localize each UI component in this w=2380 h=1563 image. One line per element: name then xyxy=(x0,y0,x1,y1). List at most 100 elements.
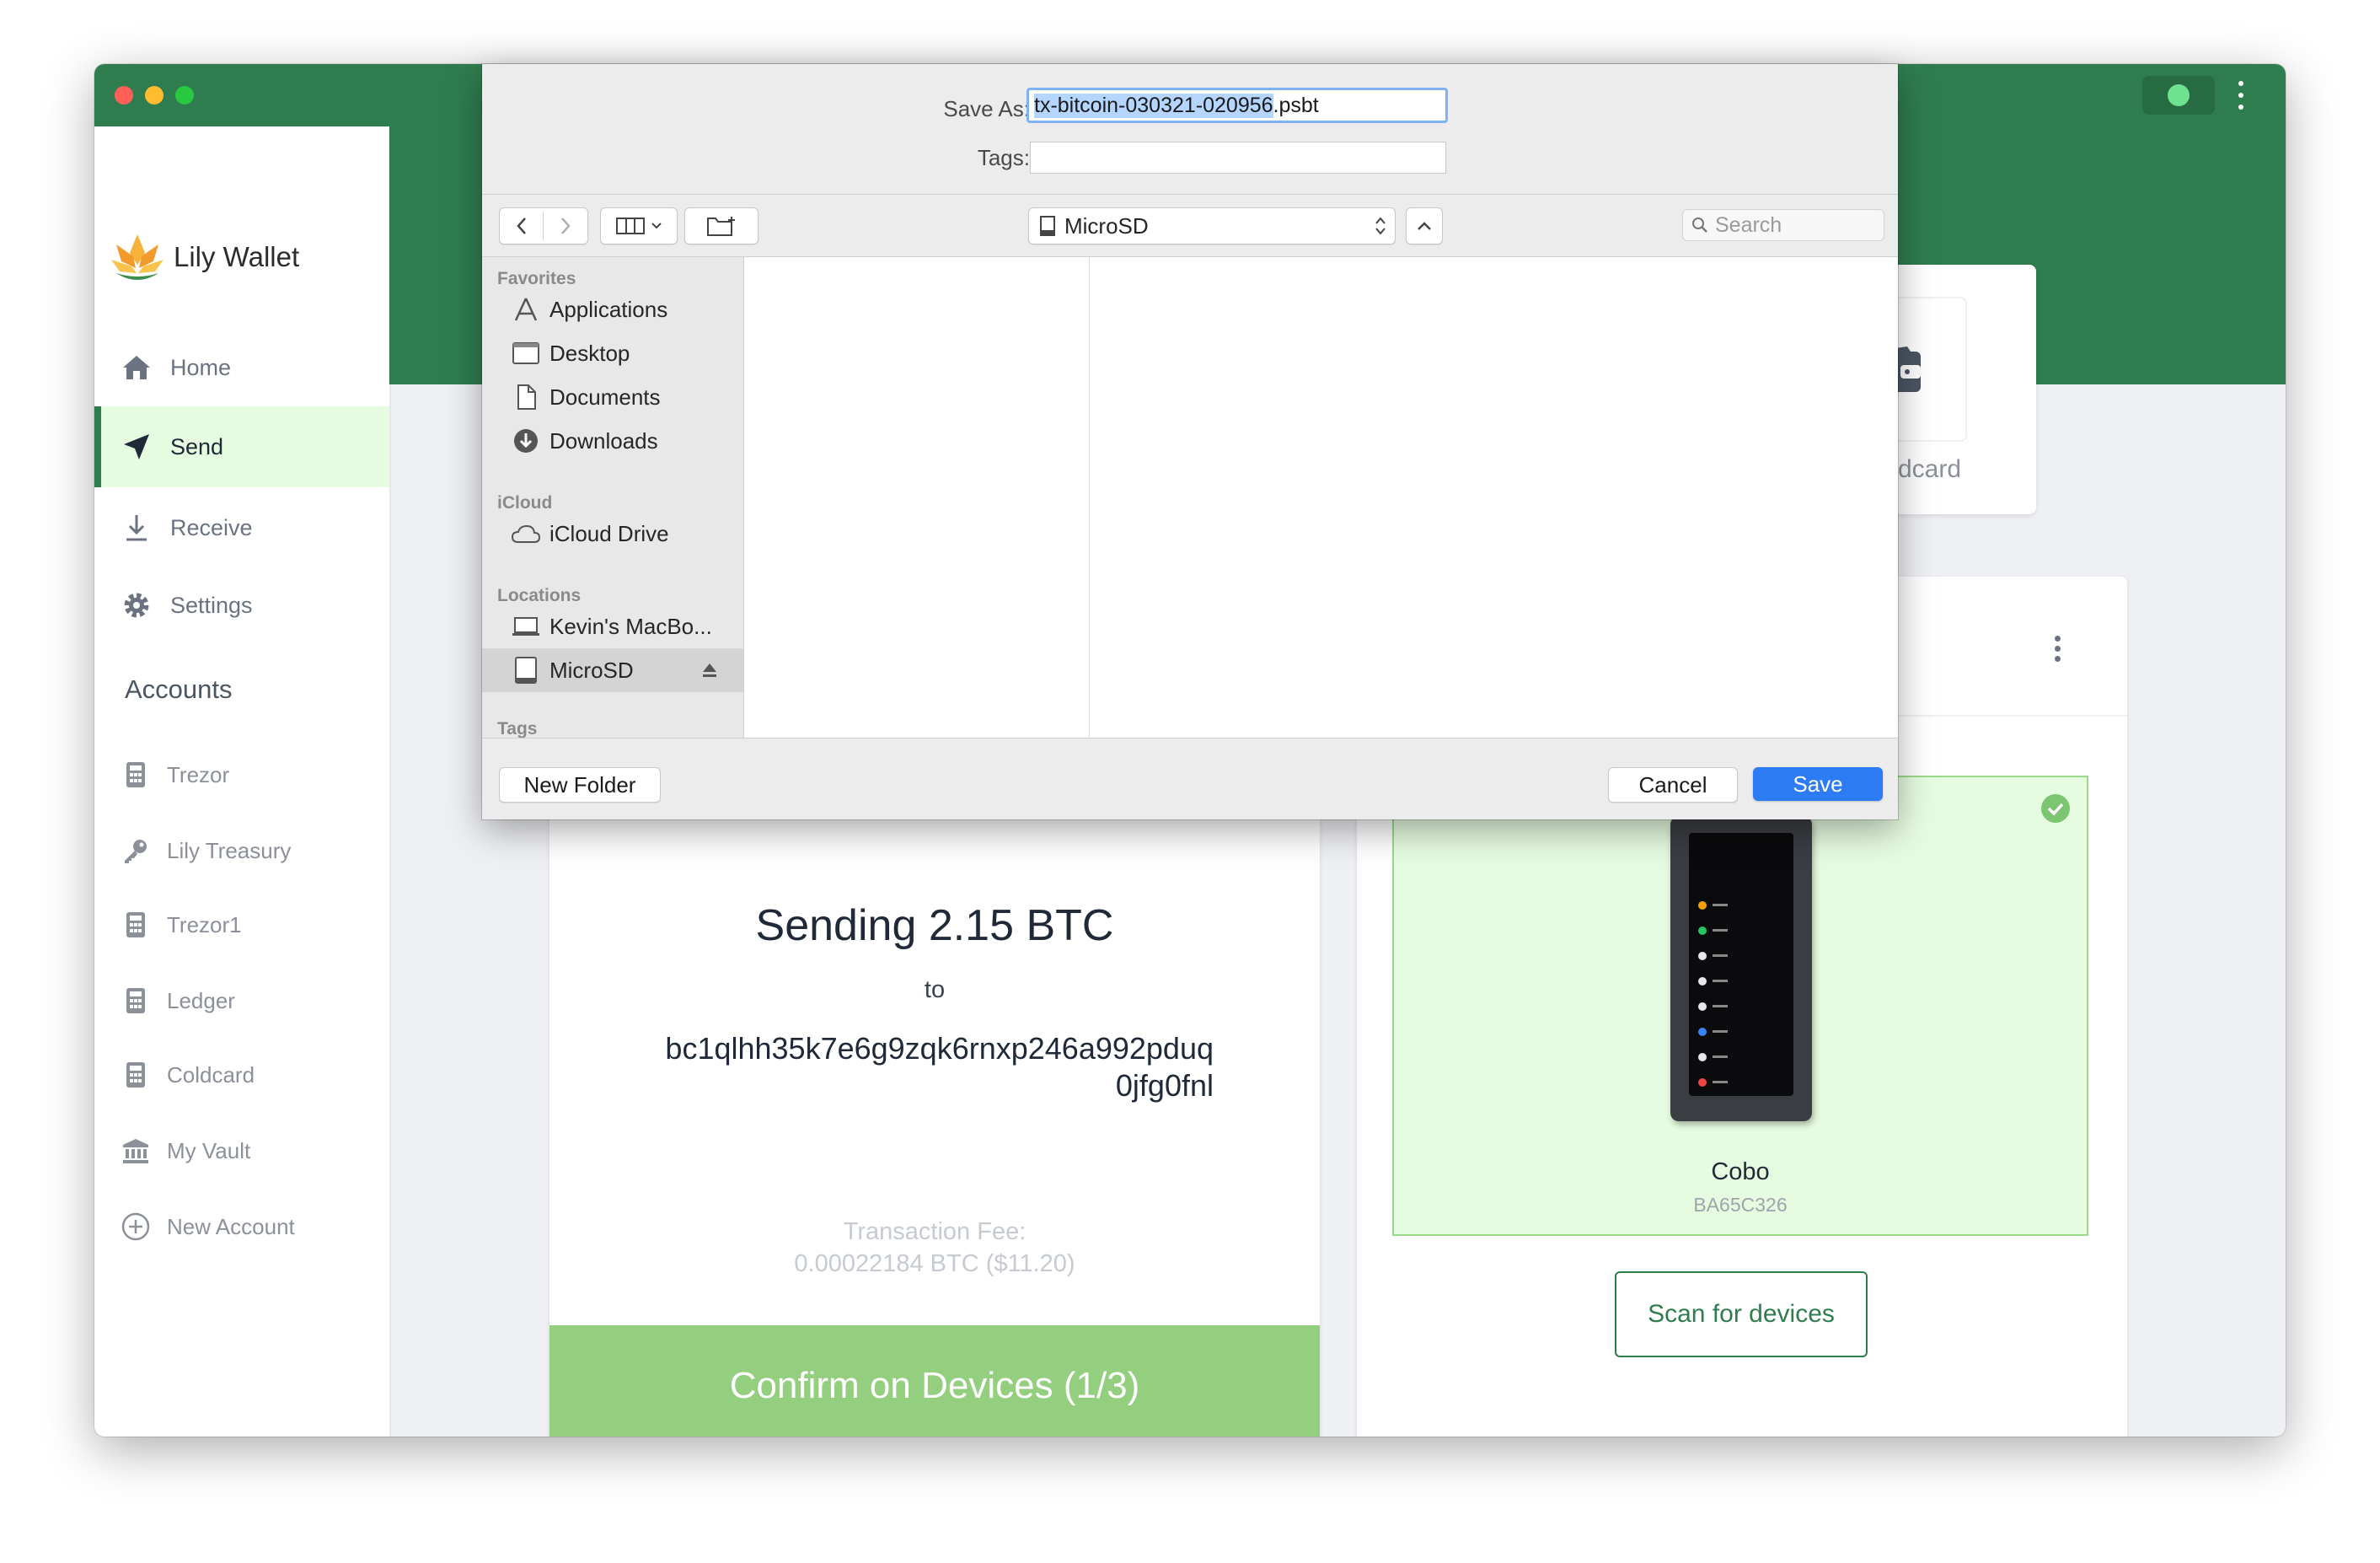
status-indicator[interactable] xyxy=(2142,76,2215,115)
account-label: Lily Treasury xyxy=(167,837,292,863)
close-window-button[interactable] xyxy=(115,86,133,105)
filename-selected: tx-bitcoin-030321-020956 xyxy=(1034,93,1273,118)
fee-label: Transaction Fee: xyxy=(843,1218,1027,1245)
sidebar-item-label: Kevin's MacBo... xyxy=(549,613,712,639)
account-label: Trezor1 xyxy=(167,911,242,937)
account-my-vault[interactable]: My Vault xyxy=(94,1121,389,1180)
plus-circle-icon xyxy=(121,1212,150,1241)
sidebar-item-label: Documents xyxy=(549,384,661,410)
document-icon xyxy=(511,382,541,412)
folder-plus-icon xyxy=(707,217,735,236)
account-coldcard[interactable]: Coldcard xyxy=(94,1045,389,1104)
drive-icon xyxy=(1040,216,1055,236)
sidebar-item-microsd[interactable]: MicroSD xyxy=(482,648,743,692)
account-trezor[interactable]: Trezor xyxy=(94,745,389,804)
transaction-fee: Transaction Fee: 0.00022184 BTC ($11.20) xyxy=(549,1216,1320,1280)
tags-input[interactable] xyxy=(1030,142,1446,174)
nav-label: Home xyxy=(170,354,232,380)
chevron-up-icon xyxy=(1418,222,1431,230)
bank-icon xyxy=(121,1136,150,1165)
sidebar-item-icloud-drive[interactable]: iCloud Drive xyxy=(482,512,743,556)
sidebar-item-applications[interactable]: Applications xyxy=(482,287,743,331)
search-field[interactable]: Search xyxy=(1682,209,1884,241)
calculator-icon xyxy=(121,986,150,1015)
key-icon xyxy=(121,836,150,865)
chevron-right-icon xyxy=(561,218,571,234)
sidebar-item-label: Downloads xyxy=(549,427,658,454)
columns-view-icon xyxy=(616,218,645,234)
save-as-label: Save As: xyxy=(943,96,1030,121)
fee-value: 0.00022184 BTC ($11.20) xyxy=(794,1250,1075,1277)
account-label: Trezor xyxy=(167,761,230,787)
search-placeholder: Search xyxy=(1715,212,1782,237)
online-status-icon xyxy=(2168,84,2190,106)
filename-extension: .psbt xyxy=(1273,93,1319,117)
eject-icon[interactable] xyxy=(701,662,718,679)
sidebar: Lily Wallet Home Send Receive Settings A… xyxy=(94,126,391,1437)
back-button[interactable] xyxy=(500,208,543,244)
dialog-sidebar: Favorites Applications Desktop Documents… xyxy=(482,257,743,738)
menu-dots-icon[interactable] xyxy=(2237,79,2245,113)
confirm-on-devices-button[interactable]: Confirm on Devices (1/3) xyxy=(549,1325,1320,1437)
account-label: New Account xyxy=(167,1213,295,1239)
sidebar-item-label: Applications xyxy=(549,296,668,322)
sidebar-item-documents[interactable]: Documents xyxy=(482,375,743,419)
laptop-icon xyxy=(511,611,541,642)
send-card: Sending 2.15 BTC to bc1qlhh35k7e6g9zqk6r… xyxy=(549,806,1320,1437)
maximize-window-button[interactable] xyxy=(175,86,194,105)
lily-logo-icon xyxy=(108,231,167,285)
drive-icon xyxy=(511,655,541,685)
account-label: Coldcard xyxy=(167,1061,255,1088)
sidebar-item-desktop[interactable]: Desktop xyxy=(482,331,743,375)
back-forward-control xyxy=(499,207,588,244)
location-select[interactable]: MicroSD xyxy=(1028,207,1396,244)
new-folder-toolbar-button[interactable] xyxy=(684,207,758,244)
send-icon xyxy=(120,430,153,464)
nav-receive[interactable]: Receive xyxy=(94,487,389,568)
applications-icon xyxy=(511,294,541,325)
device-card-cobo[interactable]: Cobo BA65C326 xyxy=(1392,776,2088,1236)
filename-input[interactable]: tx-bitcoin-030321-020956 .psbt xyxy=(1027,88,1448,123)
check-circle-icon xyxy=(2041,794,2070,823)
sidebar-item-macbook[interactable]: Kevin's MacBo... xyxy=(482,604,743,648)
nav-label: Receive xyxy=(170,514,253,540)
scan-for-devices-button[interactable]: Scan for devices xyxy=(1615,1271,1868,1357)
forward-button[interactable] xyxy=(544,208,587,244)
expand-collapse-button[interactable] xyxy=(1406,207,1443,244)
view-mode-button[interactable] xyxy=(600,207,678,244)
address-line-1: bc1qlhh35k7e6g9zqk6rnxp246a992pduq xyxy=(665,1031,1214,1066)
minimize-window-button[interactable] xyxy=(145,86,163,105)
updown-arrows-icon xyxy=(1375,217,1386,235)
device-name: Cobo xyxy=(1711,1158,1770,1185)
calculator-icon xyxy=(121,1061,150,1089)
nav-label: Settings xyxy=(170,592,253,618)
save-button[interactable]: Save xyxy=(1753,767,1883,801)
browser-column-2[interactable] xyxy=(1089,257,1898,738)
account-label: My Vault xyxy=(167,1137,251,1163)
panel-menu-dots-icon[interactable] xyxy=(2053,634,2063,664)
recipient-address: bc1qlhh35k7e6g9zqk6rnxp246a992pduq 0jfg0… xyxy=(637,1030,1214,1104)
tags-label: Tags: xyxy=(977,145,1030,170)
new-account-button[interactable]: New Account xyxy=(94,1197,389,1256)
locations-heading: Locations xyxy=(497,586,582,605)
nav-settings[interactable]: Settings xyxy=(94,565,389,646)
nav-label: Send xyxy=(170,433,224,459)
download-circle-icon xyxy=(511,426,541,456)
account-trezor1[interactable]: Trezor1 xyxy=(94,895,389,954)
calculator-icon xyxy=(121,760,150,789)
tags-heading: Tags xyxy=(497,719,538,738)
sidebar-item-label: iCloud Drive xyxy=(549,520,669,546)
address-line-2: 0jfg0fnl xyxy=(1115,1068,1214,1103)
account-ledger[interactable]: Ledger xyxy=(94,971,389,1030)
nav-home[interactable]: Home xyxy=(94,327,389,408)
account-lily-treasury[interactable]: Lily Treasury xyxy=(94,821,389,880)
account-label: Ledger xyxy=(167,987,235,1013)
chevron-left-icon xyxy=(516,218,526,234)
cancel-button[interactable]: Cancel xyxy=(1608,767,1738,803)
nav-send[interactable]: Send xyxy=(94,406,389,487)
new-folder-button[interactable]: New Folder xyxy=(499,767,661,803)
sidebar-item-label: Desktop xyxy=(549,340,630,366)
browser-column-1[interactable] xyxy=(743,257,1089,738)
icloud-heading: iCloud xyxy=(497,493,553,513)
sidebar-item-downloads[interactable]: Downloads xyxy=(482,419,743,463)
